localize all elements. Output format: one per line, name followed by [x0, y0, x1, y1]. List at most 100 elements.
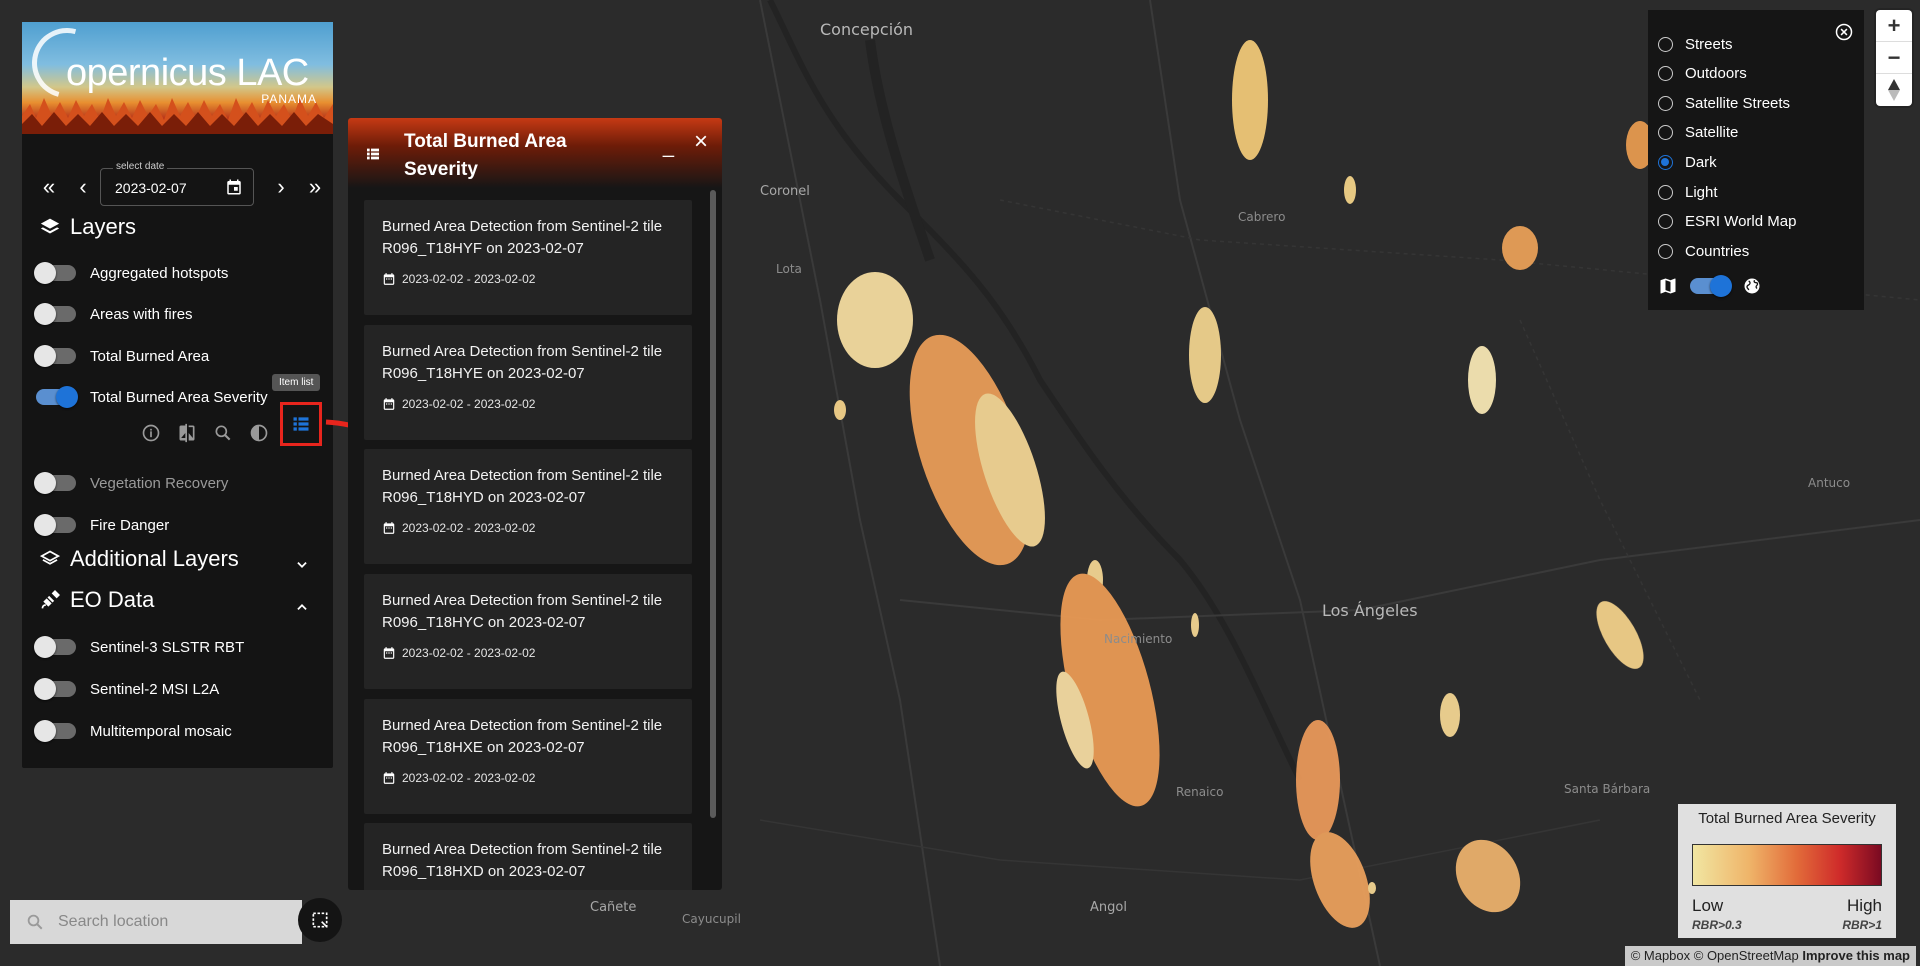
- radio-button[interactable]: [1658, 213, 1673, 229]
- basemap-option-countries[interactable]: Countries: [1658, 241, 1749, 261]
- minimize-button[interactable]: _: [663, 136, 674, 159]
- list-item[interactable]: Burned Area Detection from Sentinel-2 ti…: [364, 823, 692, 890]
- layer-fire-danger[interactable]: Fire Danger: [34, 514, 169, 536]
- layer-label: Aggregated hotspots: [90, 264, 229, 282]
- basemap-label: Satellite Streets: [1685, 94, 1791, 112]
- layer-vegetation-recovery[interactable]: Vegetation Recovery: [34, 472, 228, 494]
- opacity-icon[interactable]: [248, 422, 270, 444]
- list-item[interactable]: Burned Area Detection from Sentinel-2 ti…: [364, 574, 692, 689]
- layer-toggle[interactable]: [34, 678, 76, 700]
- item-dates: 2023-02-02 - 2023-02-02: [382, 397, 535, 411]
- compass-button[interactable]: [1876, 74, 1912, 106]
- improve-map-link[interactable]: Improve this map: [1802, 948, 1910, 963]
- item-date-range: 2023-02-02 - 2023-02-02: [402, 521, 536, 535]
- sidebar: opernicus LAC PANAMA « ‹ select date 202…: [22, 22, 333, 768]
- item-title: Burned Area Detection from Sentinel-2 ti…: [382, 592, 663, 631]
- basemap-option-satellite[interactable]: Satellite: [1658, 122, 1738, 142]
- layer-total-burned-area[interactable]: Total Burned Area: [34, 345, 209, 367]
- last-date-button[interactable]: »: [304, 176, 326, 198]
- item-title: Burned Area Detection from Sentinel-2 ti…: [382, 218, 663, 257]
- radio-button-selected[interactable]: [1658, 154, 1673, 170]
- item-title: Burned Area Detection from Sentinel-2 ti…: [382, 841, 663, 880]
- info-icon[interactable]: [140, 422, 162, 444]
- place-label: Santa Bárbara: [1564, 782, 1651, 796]
- eo-layer-sentinel2[interactable]: Sentinel-2 MSI L2A: [34, 678, 220, 700]
- attribution-text[interactable]: © Mapbox © OpenStreetMap: [1631, 948, 1799, 963]
- projection-toggle[interactable]: [1690, 275, 1732, 297]
- item-list-button[interactable]: [280, 402, 322, 446]
- list-item[interactable]: Burned Area Detection from Sentinel-2 ti…: [364, 325, 692, 440]
- eo-layer-sentinel3[interactable]: Sentinel-3 SLSTR RBT: [34, 636, 244, 658]
- layer-toggle[interactable]: [34, 303, 76, 325]
- item-list-tooltip: Item list: [272, 374, 321, 391]
- basemap-option-outdoors[interactable]: Outdoors: [1658, 63, 1747, 83]
- map-attribution: © Mapbox © OpenStreetMap Improve this ma…: [1624, 946, 1916, 966]
- radio-button[interactable]: [1658, 36, 1673, 52]
- panel-header: Total Burned Area Severity _ ×: [348, 118, 722, 188]
- layer-label: Sentinel-2 MSI L2A: [90, 680, 220, 698]
- radio-button[interactable]: [1658, 184, 1673, 200]
- layer-toggle[interactable]: [34, 262, 76, 284]
- basemap-option-dark[interactable]: Dark: [1658, 152, 1717, 172]
- globe-icon[interactable]: [1742, 276, 1762, 296]
- layer-toggle[interactable]: [34, 345, 76, 367]
- compare-icon[interactable]: [176, 422, 198, 444]
- layer-toggle[interactable]: [36, 386, 78, 408]
- basemap-option-streets[interactable]: Streets: [1658, 34, 1733, 54]
- chevron-down-icon[interactable]: [295, 558, 309, 572]
- basemap-label: ESRI World Map: [1685, 212, 1797, 230]
- first-date-button[interactable]: «: [38, 176, 60, 198]
- legend-low-sub: RBR>0.3: [1692, 918, 1742, 932]
- radio-button[interactable]: [1658, 95, 1673, 111]
- item-list-panel: Total Burned Area Severity _ × Burned Ar…: [348, 118, 722, 890]
- basemap-option-satellite-streets[interactable]: Satellite Streets: [1658, 93, 1790, 113]
- basemap-option-esri[interactable]: ESRI World Map: [1658, 211, 1796, 231]
- item-date-range: 2023-02-02 - 2023-02-02: [402, 646, 536, 660]
- item-date-range: 2023-02-02 - 2023-02-02: [402, 771, 536, 785]
- zoom-in-button[interactable]: +: [1876, 10, 1912, 42]
- prev-date-button[interactable]: ‹: [72, 176, 94, 198]
- list-item[interactable]: Burned Area Detection from Sentinel-2 ti…: [364, 449, 692, 564]
- calendar-icon: [383, 273, 395, 285]
- eo-data-header[interactable]: EO Data: [40, 587, 154, 613]
- layer-total-burned-area-severity[interactable]: Total Burned Area Severity: [36, 386, 268, 408]
- radio-button[interactable]: [1658, 124, 1673, 140]
- item-title: Burned Area Detection from Sentinel-2 ti…: [382, 343, 663, 382]
- panel-scrollbar[interactable]: [710, 190, 716, 818]
- list-item[interactable]: Burned Area Detection from Sentinel-2 ti…: [364, 200, 692, 315]
- layer-toggle[interactable]: [34, 636, 76, 658]
- eo-layer-multitemporal[interactable]: Multitemporal mosaic: [34, 720, 232, 742]
- close-circle-icon[interactable]: [1834, 22, 1854, 42]
- layer-aggregated-hotspots[interactable]: Aggregated hotspots: [34, 262, 229, 284]
- layer-toggle[interactable]: [34, 472, 76, 494]
- place-label: Antuco: [1808, 476, 1851, 490]
- radio-button[interactable]: [1658, 65, 1673, 81]
- layer-areas-with-fires[interactable]: Areas with fires: [34, 303, 193, 325]
- map-icon[interactable]: [1658, 276, 1678, 296]
- search-input[interactable]: [58, 913, 278, 931]
- item-dates: 2023-02-02 - 2023-02-02: [382, 771, 535, 785]
- layers-header: Layers: [40, 214, 136, 240]
- place-label: Lota: [776, 262, 802, 276]
- chevron-up-icon[interactable]: [295, 600, 309, 614]
- layer-toggle[interactable]: [34, 514, 76, 536]
- zoom-out-button[interactable]: −: [1876, 42, 1912, 74]
- layer-toggle[interactable]: [34, 720, 76, 742]
- list-item[interactable]: Burned Area Detection from Sentinel-2 ti…: [364, 699, 692, 814]
- additional-layers-header[interactable]: Additional Layers: [40, 546, 239, 572]
- basemap-option-light[interactable]: Light: [1658, 182, 1718, 202]
- date-field[interactable]: select date 2023-02-07: [100, 161, 254, 206]
- map-legend: Total Burned Area Severity Low High RBR>…: [1678, 804, 1896, 938]
- logo-subtitle: PANAMA: [261, 92, 317, 106]
- area-select-button[interactable]: [298, 898, 342, 942]
- next-date-button[interactable]: ›: [270, 176, 292, 198]
- radio-button[interactable]: [1658, 243, 1673, 259]
- satellite-icon: [41, 590, 60, 609]
- close-panel-button[interactable]: ×: [694, 128, 708, 156]
- layers-outline-icon: [40, 550, 60, 565]
- zoom-to-layer-icon[interactable]: [212, 422, 234, 444]
- calendar-icon: [383, 772, 395, 784]
- calendar-icon[interactable]: [225, 178, 243, 196]
- item-dates: 2023-02-02 - 2023-02-02: [382, 272, 535, 286]
- compass-icon: [1888, 79, 1900, 101]
